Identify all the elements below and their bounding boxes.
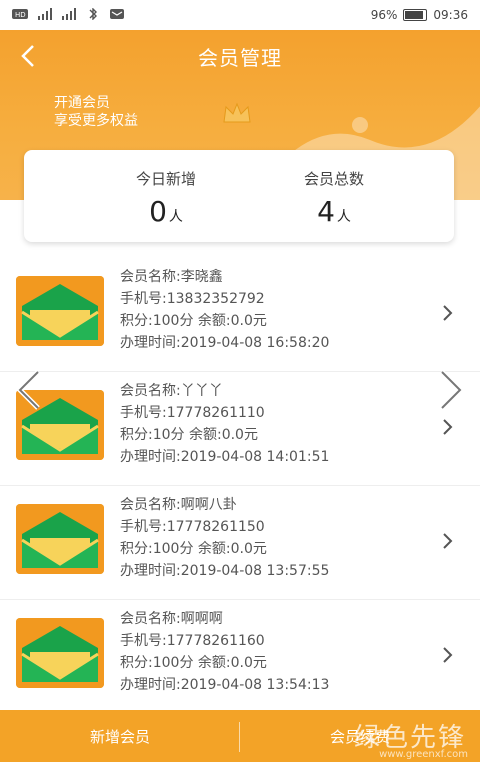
member-name: 会员名称:啊啊啊 <box>120 611 223 627</box>
member-info: 会员名称:李晓鑫 手机号:13832352792 积分:100分 余额:0.0元… <box>120 266 329 354</box>
stat-total-value-wrap: 4人 <box>254 195 414 228</box>
member-name: 会员名称:李晓鑫 <box>120 269 223 285</box>
bottom-divider <box>239 722 240 752</box>
message-icon <box>110 9 124 19</box>
status-bar: HD 96% 09:36 <box>0 0 480 30</box>
crown-icon <box>223 102 251 123</box>
member-avatar <box>16 618 104 688</box>
stat-total: 会员总数 4人 <box>254 168 414 228</box>
battery-icon <box>403 9 428 21</box>
page-title: 会员管理 <box>198 46 282 70</box>
envelope-icon <box>16 504 104 574</box>
chevron-right-icon <box>443 305 453 321</box>
envelope-icon <box>16 276 104 346</box>
member-time: 办理时间:2019-04-08 13:54:13 <box>120 677 330 693</box>
stat-total-label: 会员总数 <box>303 170 364 188</box>
member-avatar <box>16 276 104 346</box>
stat-today-label: 今日新增 <box>135 170 196 188</box>
member-phone: 手机号:17778261160 <box>120 633 265 649</box>
signal-icon-2 <box>62 8 76 20</box>
member-avatar <box>16 504 104 574</box>
signal-icon <box>38 8 52 20</box>
svg-text:HD: HD <box>15 11 26 19</box>
member-points-balance: 积分:10分 余额:0.0元 <box>120 427 258 443</box>
member-points-balance: 积分:100分 余额:0.0元 <box>120 313 267 329</box>
envelope-icon <box>16 618 104 688</box>
member-points-balance: 积分:100分 余额:0.0元 <box>120 655 267 671</box>
promo-line-1: 开通会员 <box>54 95 110 111</box>
stat-today-value-wrap: 0人 <box>86 195 246 228</box>
member-item[interactable]: 会员名称:啊啊八卦 手机号:17778261150 积分:100分 余额:0.0… <box>0 486 480 600</box>
member-item[interactable]: 会员名称:李晓鑫 手机号:13832352792 积分:100分 余额:0.0元… <box>0 258 480 372</box>
gallery-prev-arrow-icon[interactable] <box>14 368 44 412</box>
stat-today: 今日新增 0人 <box>86 168 246 228</box>
member-item[interactable]: 会员名称:丫丫丫 手机号:17778261110 积分:10分 余额:0.0元 … <box>0 372 480 486</box>
chevron-right-icon <box>443 533 453 549</box>
clock: 09:36 <box>433 8 468 22</box>
member-name: 会员名称:丫丫丫 <box>120 383 223 399</box>
promo-line-2: 享受更多权益 <box>54 113 138 129</box>
battery-percent: 96% <box>370 8 398 22</box>
promo-text: 开通会员 享受更多权益 <box>54 94 138 130</box>
member-phone: 手机号:13832352792 <box>120 291 265 307</box>
add-member-button[interactable]: 新增会员 <box>0 710 240 762</box>
stats-card: 今日新增 0人 会员总数 4人 <box>24 150 454 242</box>
member-name: 会员名称:啊啊八卦 <box>120 497 237 513</box>
member-time: 办理时间:2019-04-08 16:58:20 <box>120 335 330 351</box>
bluetooth-icon <box>89 8 97 20</box>
member-time: 办理时间:2019-04-08 13:57:55 <box>120 563 330 579</box>
member-phone: 手机号:17778261110 <box>120 405 265 421</box>
member-list: 会员名称:李晓鑫 手机号:13832352792 积分:100分 余额:0.0元… <box>0 258 480 714</box>
status-left: HD <box>12 8 126 20</box>
bottom-action-bar: 新增会员 会员续费 绿色先锋 www.greenxf.com <box>0 710 480 762</box>
chevron-right-icon <box>443 419 453 435</box>
member-item[interactable]: 会员名称:啊啊啊 手机号:17778261160 积分:100分 余额:0.0元… <box>0 600 480 714</box>
status-right: 96% 09:36 <box>371 8 468 22</box>
member-points-balance: 积分:100分 余额:0.0元 <box>120 541 267 557</box>
chevron-right-icon <box>443 647 453 663</box>
stat-total-unit: 人 <box>336 209 351 225</box>
member-phone: 手机号:17778261150 <box>120 519 265 535</box>
member-info: 会员名称:啊啊啊 手机号:17778261160 积分:100分 余额:0.0元… <box>120 608 329 696</box>
gallery-next-arrow-icon[interactable] <box>436 368 466 412</box>
stat-today-unit: 人 <box>168 209 183 225</box>
member-info: 会员名称:丫丫丫 手机号:17778261110 积分:10分 余额:0.0元 … <box>120 380 329 468</box>
stat-today-value: 0 <box>149 195 167 228</box>
stat-total-value: 4 <box>317 195 335 228</box>
member-time: 办理时间:2019-04-08 14:01:51 <box>120 449 330 465</box>
member-info: 会员名称:啊啊八卦 手机号:17778261150 积分:100分 余额:0.0… <box>120 494 329 582</box>
hd-icon: HD <box>12 9 28 19</box>
watermark-url: www.greenxf.com <box>379 749 468 760</box>
